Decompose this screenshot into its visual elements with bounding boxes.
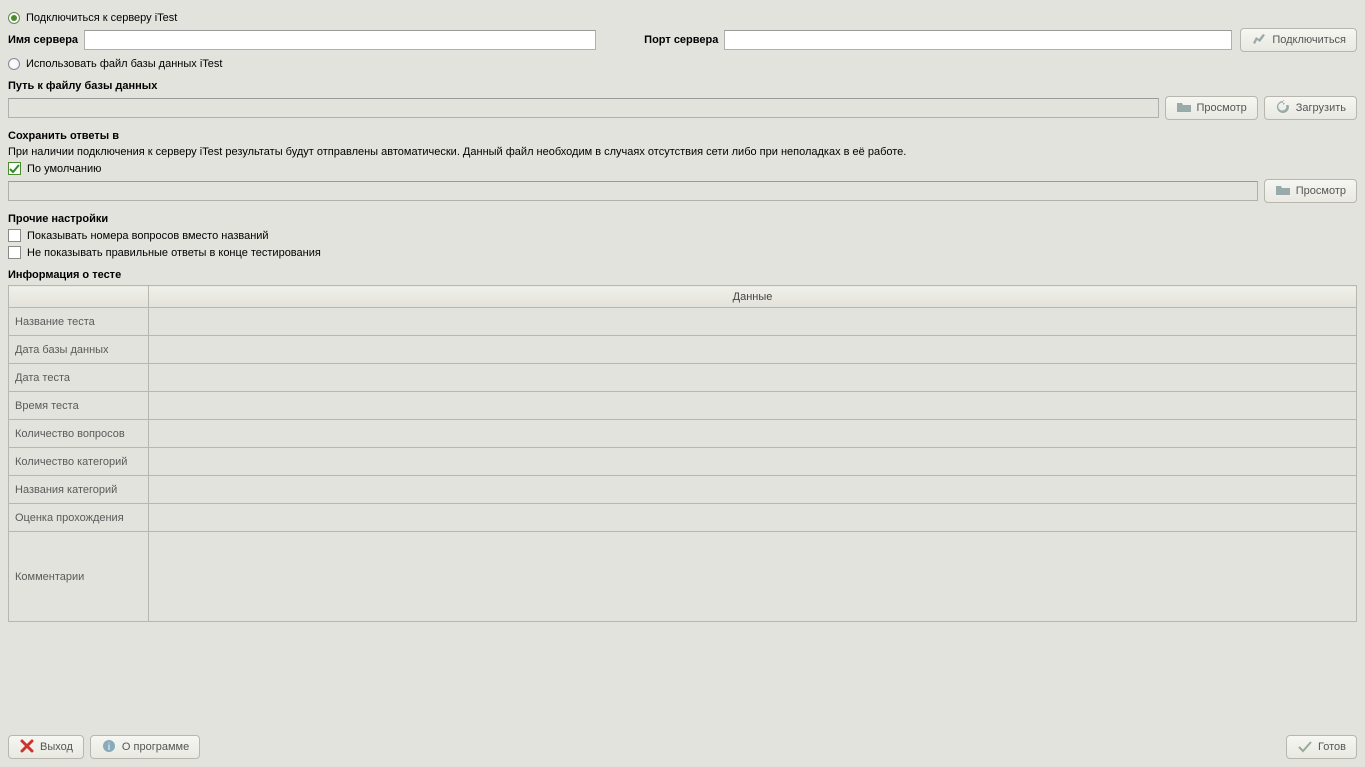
radio-use-file-label: Использовать файл базы данных iTest xyxy=(26,58,222,70)
connect-icon xyxy=(1251,31,1267,50)
svg-text:i: i xyxy=(108,742,110,753)
radio-connect-server[interactable] xyxy=(8,12,20,24)
table-row: Количество категорий xyxy=(9,448,1357,476)
folder-icon xyxy=(1275,182,1291,201)
exit-button[interactable]: Выход xyxy=(8,735,84,759)
radio-connect-server-label: Подключиться к серверу iTest xyxy=(26,12,177,24)
reload-icon xyxy=(1275,99,1291,118)
folder-icon xyxy=(1176,99,1192,118)
table-row: Дата базы данных xyxy=(9,336,1357,364)
footer: Выход i О программе Готов xyxy=(8,735,1357,759)
check-icon xyxy=(1297,738,1313,757)
testinfo-table: Данные Название теста Дата базы данных Д… xyxy=(8,285,1357,622)
save-path-input xyxy=(8,181,1258,201)
hide-answers-checkbox[interactable] xyxy=(8,246,21,259)
radio-use-file[interactable] xyxy=(8,58,20,70)
dbpath-load-button[interactable]: Загрузить xyxy=(1264,96,1357,120)
save-hint: При наличии подключения к серверу iTest … xyxy=(8,146,1357,158)
default-checkbox-label: По умолчанию xyxy=(27,163,101,175)
testinfo-heading: Информация о тесте xyxy=(8,269,1357,281)
default-checkbox[interactable] xyxy=(8,162,21,175)
table-row: Названия категорий xyxy=(9,476,1357,504)
close-icon xyxy=(19,738,35,757)
options-heading: Прочие настройки xyxy=(8,213,1357,225)
server-name-input[interactable] xyxy=(84,30,596,50)
dbpath-input xyxy=(8,98,1159,118)
server-port-label: Порт сервера xyxy=(644,34,718,46)
info-icon: i xyxy=(101,738,117,757)
save-heading: Сохранить ответы в xyxy=(8,130,1357,142)
table-row: Количество вопросов xyxy=(9,420,1357,448)
table-row: Время теста xyxy=(9,392,1357,420)
show-numbers-label: Показывать номера вопросов вместо назван… xyxy=(27,230,269,242)
table-row: Дата теста xyxy=(9,364,1357,392)
save-browse-button[interactable]: Просмотр xyxy=(1264,179,1357,203)
dbpath-heading: Путь к файлу базы данных xyxy=(8,80,1357,92)
testinfo-col-data: Данные xyxy=(149,286,1357,308)
dbpath-browse-button[interactable]: Просмотр xyxy=(1165,96,1258,120)
ready-button[interactable]: Готов xyxy=(1286,735,1357,759)
table-row: Оценка прохождения xyxy=(9,504,1357,532)
connect-button[interactable]: Подключиться xyxy=(1240,28,1357,52)
server-name-label: Имя сервера xyxy=(8,34,78,46)
hide-answers-label: Не показывать правильные ответы в конце … xyxy=(27,247,321,259)
table-row: Комментарии xyxy=(9,532,1357,622)
testinfo-col-key xyxy=(9,286,149,308)
table-row: Название теста xyxy=(9,308,1357,336)
show-numbers-checkbox[interactable] xyxy=(8,229,21,242)
about-button[interactable]: i О программе xyxy=(90,735,200,759)
server-port-input[interactable] xyxy=(724,30,1232,50)
